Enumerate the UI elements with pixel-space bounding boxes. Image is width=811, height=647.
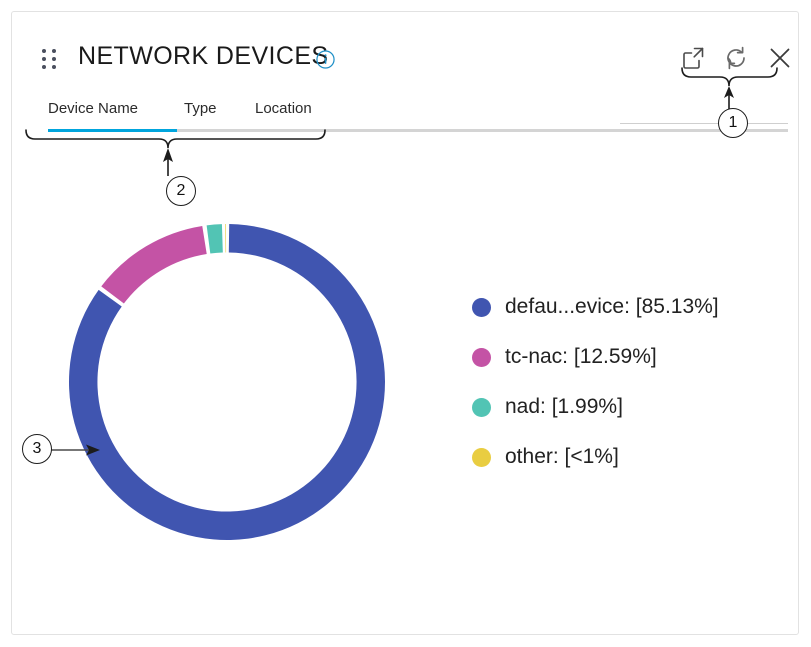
donut-chart-svg bbox=[69, 224, 385, 541]
tab-bar: Device Name Type Location bbox=[12, 88, 798, 138]
callout-marker-1: 1 bbox=[718, 108, 748, 138]
legend-item[interactable]: defau...evice: [85.13%] bbox=[472, 282, 792, 332]
tab-device-name[interactable]: Device Name bbox=[48, 100, 138, 117]
drag-dot bbox=[52, 57, 56, 61]
drag-dots-icon[interactable] bbox=[41, 48, 57, 70]
legend-swatch-tc-nac bbox=[472, 347, 491, 367]
close-icon[interactable] bbox=[767, 45, 793, 71]
tab-type[interactable]: Type bbox=[184, 100, 217, 117]
legend-item[interactable]: nad: [1.99%] bbox=[472, 382, 792, 432]
refresh-icon[interactable] bbox=[723, 45, 749, 71]
donut-segment-other[interactable] bbox=[225, 224, 227, 253]
drag-dot bbox=[42, 57, 46, 61]
legend-swatch-default-device bbox=[472, 297, 491, 317]
legend-label: tc-nac: [12.59%] bbox=[505, 345, 657, 368]
drag-dot bbox=[52, 65, 56, 69]
donut-chart[interactable] bbox=[62, 217, 392, 547]
tab-location[interactable]: Location bbox=[255, 100, 312, 117]
legend-label: other: [<1%] bbox=[505, 445, 619, 468]
chart-legend: defau...evice: [85.13%] tc-nac: [12.59%]… bbox=[472, 282, 792, 482]
legend-item[interactable]: tc-nac: [12.59%] bbox=[472, 332, 792, 382]
page-title: NETWORK DEVICES bbox=[78, 42, 329, 70]
legend-label: nad: [1.99%] bbox=[505, 395, 623, 418]
legend-item[interactable]: other: [<1%] bbox=[472, 432, 792, 482]
legend-swatch-other bbox=[472, 447, 491, 467]
drag-dot bbox=[52, 49, 56, 53]
card-header: NETWORK DEVICES bbox=[12, 12, 798, 78]
callout-marker-2: 2 bbox=[166, 176, 196, 206]
donut-segment-nad[interactable] bbox=[206, 224, 223, 254]
popout-icon[interactable] bbox=[680, 45, 706, 71]
tab-rail bbox=[48, 129, 788, 132]
drag-dot bbox=[42, 65, 46, 69]
network-devices-card: NETWORK DEVICES Device Name Type Locatio… bbox=[11, 11, 799, 635]
chart-area: defau...evice: [85.13%] tc-nac: [12.59%]… bbox=[12, 142, 798, 622]
annotation-guide-line bbox=[620, 123, 788, 124]
legend-swatch-nad bbox=[472, 397, 491, 417]
legend-label: defau...evice: [85.13%] bbox=[505, 295, 719, 318]
donut-segment-tc-nac[interactable] bbox=[101, 225, 207, 304]
active-tab-indicator bbox=[48, 129, 177, 132]
callout-marker-3: 3 bbox=[22, 434, 52, 464]
info-circle-icon[interactable] bbox=[316, 50, 335, 69]
drag-dot bbox=[42, 49, 46, 53]
